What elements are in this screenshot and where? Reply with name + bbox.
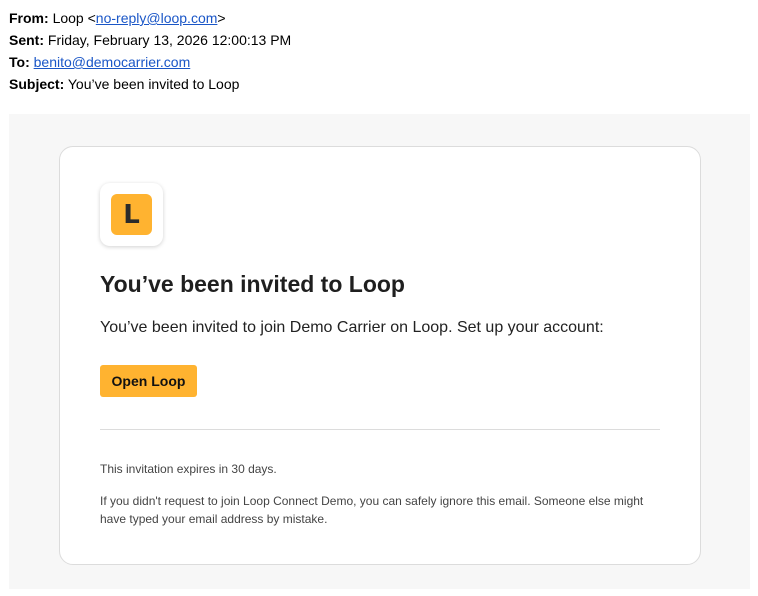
from-close-bracket: > — [217, 10, 226, 26]
from-open-bracket: < — [87, 10, 96, 26]
subject-value: You’ve been invited to Loop — [67, 76, 240, 92]
invitation-body: You’ve been invited to join Demo Carrier… — [100, 319, 604, 336]
email-body-background: L You’ve been invited to Loop You’ve bee… — [9, 114, 750, 589]
from-label: From: — [9, 10, 49, 26]
from-email-link[interactable]: no-reply@loop.com — [96, 10, 218, 26]
email-headers: From: Loop <no-reply@loop.com> Sent: Fri… — [9, 7, 291, 95]
divider — [100, 429, 660, 430]
from-name: Loop — [52, 10, 84, 26]
logo-tile: L — [100, 183, 163, 246]
ignore-note: If you didn't request to join Loop Conne… — [100, 494, 644, 526]
subject-label: Subject: — [9, 76, 65, 92]
sent-label: Sent: — [9, 32, 44, 48]
loop-logo-icon: L — [111, 194, 152, 235]
to-email-link[interactable]: benito@democarrier.com — [34, 54, 191, 70]
sent-value: Friday, February 13, 2026 12:00:13 PM — [47, 32, 292, 48]
to-row: To: benito@democarrier.com — [9, 51, 291, 73]
to-label: To: — [9, 54, 30, 70]
logo-letter: L — [123, 199, 140, 230]
expiry-note: This invitation expires in 30 days. — [100, 462, 277, 476]
open-loop-button[interactable]: Open Loop — [100, 365, 197, 397]
from-row: From: Loop <no-reply@loop.com> — [9, 7, 291, 29]
subject-row: Subject: You’ve been invited to Loop — [9, 73, 291, 95]
sent-row: Sent: Friday, February 13, 2026 12:00:13… — [9, 29, 291, 51]
invitation-heading: You’ve been invited to Loop — [100, 271, 405, 297]
invitation-card: L You’ve been invited to Loop You’ve bee… — [59, 146, 701, 565]
